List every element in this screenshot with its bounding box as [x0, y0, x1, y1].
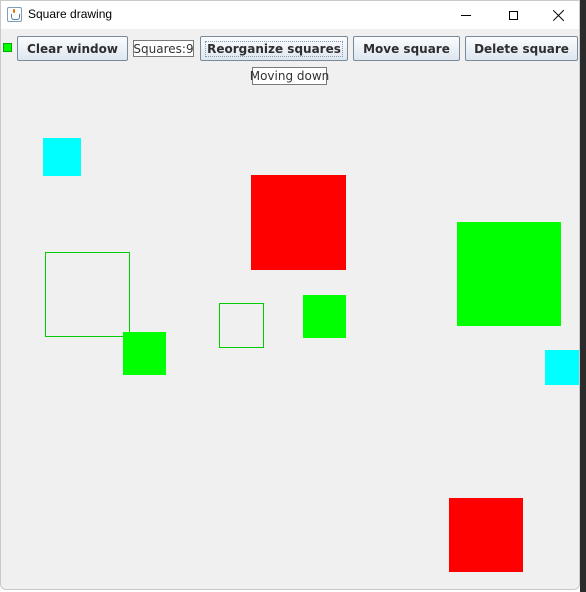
status-label: Moving down	[249, 67, 330, 85]
squares-count-label: Squares:9	[133, 40, 194, 57]
drawing-canvas[interactable]	[1, 1, 579, 589]
filled-red-square[interactable]	[449, 498, 523, 572]
title-bar[interactable]: Square drawing	[1, 1, 579, 29]
window-title: Square drawing	[28, 7, 113, 21]
reorganize-squares-label: Reorganize squares	[205, 40, 343, 57]
maximize-button[interactable]	[490, 1, 536, 29]
close-button[interactable]	[536, 1, 579, 29]
minimize-button[interactable]	[443, 1, 489, 29]
move-square-button[interactable]: Move square	[353, 36, 460, 61]
current-color-indicator	[3, 43, 12, 52]
app-window: Square drawing Clear window Squares:9 Re…	[0, 0, 580, 590]
outline-green-square[interactable]	[219, 303, 264, 348]
filled-green-square[interactable]	[303, 295, 346, 338]
delete-square-button[interactable]: Delete square	[465, 36, 578, 61]
filled-cyan-square[interactable]	[545, 350, 579, 385]
reorganize-squares-button[interactable]: Reorganize squares	[200, 36, 348, 61]
clear-window-button[interactable]: Clear window	[17, 36, 128, 61]
filled-green-square[interactable]	[457, 222, 561, 326]
filled-cyan-square[interactable]	[43, 138, 81, 176]
filled-green-square[interactable]	[123, 332, 166, 375]
close-icon	[553, 9, 565, 21]
minimize-icon	[461, 14, 471, 16]
maximize-icon	[508, 10, 518, 20]
java-cup-icon	[7, 7, 22, 22]
outline-green-square[interactable]	[45, 252, 130, 337]
desktop-background	[580, 0, 586, 592]
filled-red-square[interactable]	[251, 175, 346, 270]
